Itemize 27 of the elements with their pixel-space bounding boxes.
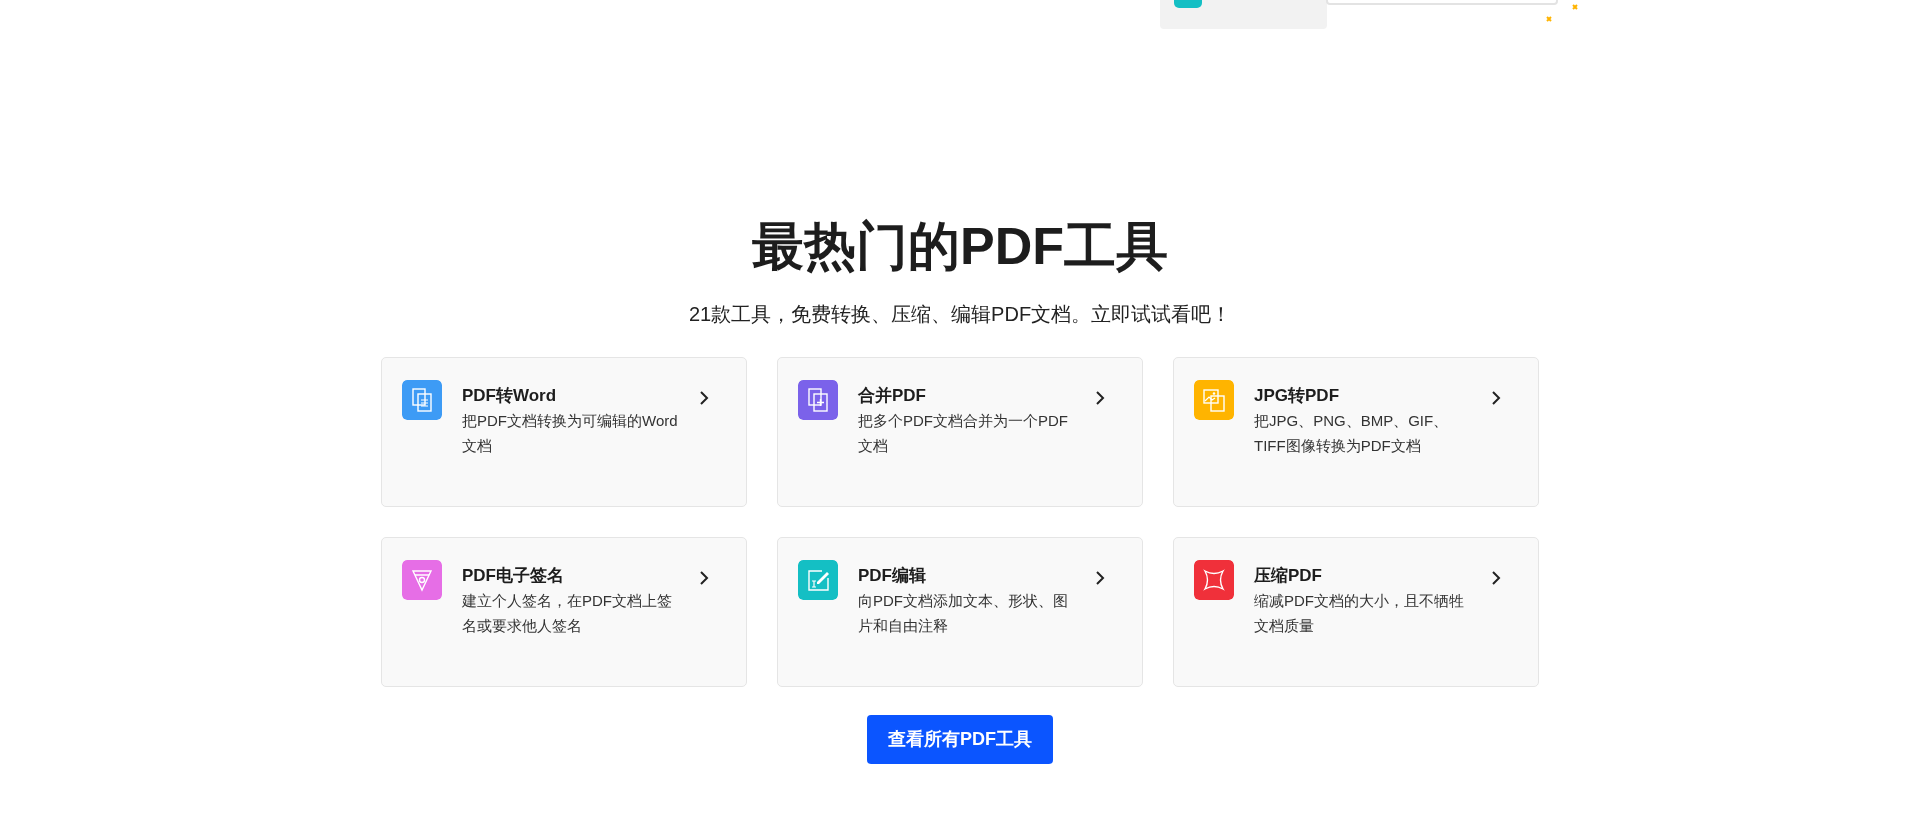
section-heading: 最热门的PDF工具 — [751, 216, 1169, 277]
tool-title: JPG转PDF — [1254, 385, 1341, 408]
tool-title: PDF电子签名 — [462, 565, 565, 588]
chevron-right-icon — [1490, 570, 1502, 587]
tool-title: 压缩PDF — [1254, 565, 1323, 588]
chevron-right-icon — [1490, 390, 1502, 407]
view-all-tools-button[interactable]: 查看所有PDF工具 — [867, 715, 1053, 765]
tool-description: 把JPG、PNG、BMP、GIF、TIFF图像转换为PDF文档 — [1254, 411, 1450, 457]
tool-card[interactable]: JPG转PDF 把JPG、PNG、BMP、GIF、TIFF图像转换为PDF文档 — [1173, 357, 1539, 508]
tool-description: 向PDF文档添加文本、形状、图片和自由注释 — [858, 591, 1069, 637]
chevron-right-icon — [698, 570, 710, 587]
tool-card[interactable]: PDF电子签名 建立个人签名，在PDF文档上签名或要求他人签名 — [381, 537, 747, 688]
tool-title: 合并PDF — [858, 385, 927, 408]
tool-card[interactable]: PDF转Word 把PDF文档转换为可编辑的Word文档 — [381, 357, 747, 508]
tool-card[interactable]: 压缩PDF 缩减PDF文档的大小，且不牺牲文档质量 — [1173, 537, 1539, 688]
tool-description: 建立个人签名，在PDF文档上签名或要求他人签名 — [462, 591, 673, 637]
tool-card[interactable]: PDF编辑 向PDF文档添加文本、形状、图片和自由注释 — [777, 537, 1143, 688]
chevron-right-icon — [1094, 570, 1106, 587]
tool-title: PDF编辑 — [858, 565, 927, 588]
chevron-right-icon — [1094, 390, 1106, 407]
tool-description: 把多个PDF文档合并为一个PDF文档 — [858, 411, 1069, 457]
section-subtitle: 21款工具，免费转换、压缩、编辑PDF文档。立即试试看吧！ — [687, 302, 1233, 328]
tool-description: 把PDF文档转换为可编辑的Word文档 — [462, 411, 678, 457]
tool-card[interactable]: 合并PDF 把多个PDF文档合并为一个PDF文档 — [777, 357, 1143, 508]
chevron-right-icon — [698, 390, 710, 407]
tool-description: 缩减PDF文档的大小，且不牺牲文档质量 — [1254, 591, 1465, 637]
tool-title: PDF转Word — [462, 385, 558, 408]
